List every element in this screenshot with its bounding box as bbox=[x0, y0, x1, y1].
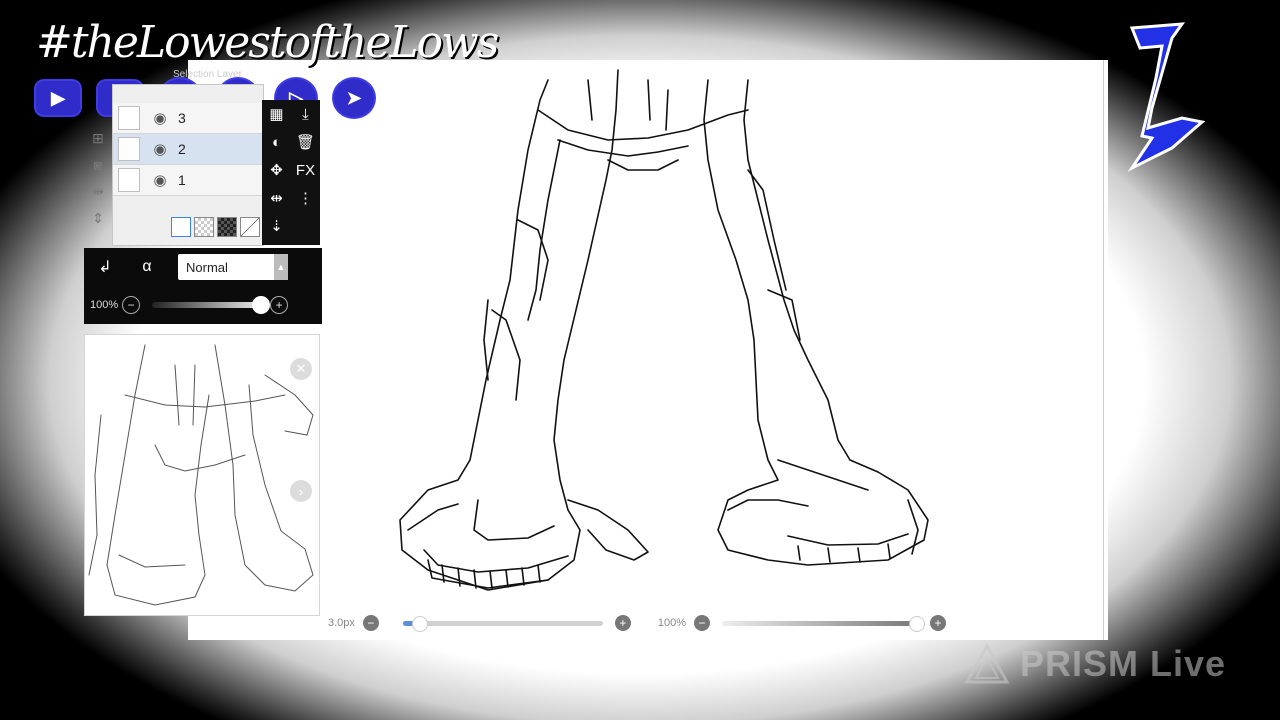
layer-opacity-bar: 100% − + bbox=[84, 286, 322, 324]
layer-side-tools: ⊞ ◙ ⇹ ⇕ bbox=[84, 130, 112, 250]
plus-icon[interactable]: + bbox=[270, 296, 289, 314]
download-icon[interactable]: ⤓ bbox=[302, 106, 309, 123]
prism-logo-icon bbox=[964, 643, 1010, 684]
brush-settings-bar: 3.0px − + 100% − + bbox=[328, 612, 964, 634]
bg-dark-swatch[interactable] bbox=[217, 217, 237, 237]
plus-icon[interactable]: + bbox=[930, 615, 947, 631]
brush-size-label: 3.0px bbox=[328, 617, 355, 629]
bg-none-swatch[interactable] bbox=[240, 217, 260, 237]
chevron-up-icon: ▲ bbox=[274, 254, 288, 280]
layer-tools-panel: ▦ ⤓ ◐ 🗑 ✥ FX ⇹ ⋮ ⇣ bbox=[262, 100, 320, 245]
brush-size-slider[interactable] bbox=[402, 615, 603, 632]
layer-row-selected[interactable]: ◉ 2 bbox=[113, 134, 263, 165]
layer-thumbnail bbox=[118, 137, 140, 161]
stream-banner-title: #theLowestoftheLows bbox=[36, 17, 499, 68]
reference-sketch bbox=[88, 344, 314, 606]
youtube-icon: ▶ bbox=[36, 81, 80, 115]
watermark-text: PRISM Live bbox=[1020, 643, 1227, 684]
plus-icon[interactable]: + bbox=[614, 615, 631, 631]
slider-knob[interactable] bbox=[252, 296, 271, 314]
layer-row[interactable]: ◉ 3 bbox=[113, 103, 263, 134]
layer-number: 1 bbox=[178, 172, 186, 188]
layer-thumbnail bbox=[118, 168, 140, 192]
blend-mode-value: Normal bbox=[186, 259, 228, 275]
minus-icon[interactable]: − bbox=[122, 296, 141, 314]
prism-live-watermark: PRISM Live bbox=[964, 640, 1226, 688]
brush-opacity-slider[interactable] bbox=[722, 615, 926, 632]
telegram-icon: ➤ bbox=[334, 79, 374, 117]
add-layer-icon[interactable]: ⊞ bbox=[92, 130, 104, 147]
canvas-edge-line bbox=[1103, 60, 1104, 640]
drawing-canvas[interactable] bbox=[188, 60, 1108, 640]
slider-knob[interactable] bbox=[411, 615, 428, 632]
channel-logo-icon bbox=[1127, 22, 1206, 172]
brush-opacity-label: 100% bbox=[657, 617, 687, 629]
eye-icon[interactable]: ◉ bbox=[150, 140, 170, 158]
trash-icon[interactable]: 🗑 bbox=[296, 133, 315, 151]
blend-mode-bar: ↲ α Normal ▲ bbox=[84, 248, 322, 286]
merge-down-icon[interactable]: ⇣ bbox=[270, 217, 283, 235]
more-icon[interactable]: ⋮ bbox=[298, 189, 313, 207]
layers-header-label: Selection Layer bbox=[173, 69, 242, 80]
close-icon[interactable]: ✕ bbox=[290, 358, 312, 380]
bg-transparent-swatch[interactable] bbox=[194, 217, 214, 237]
move-icon[interactable]: ✥ bbox=[270, 161, 283, 179]
layer-row[interactable]: ◉ 1 bbox=[113, 165, 263, 196]
checker-icon[interactable]: ▦ bbox=[269, 105, 283, 123]
slider-knob[interactable] bbox=[909, 615, 926, 632]
clip-arrow-icon[interactable]: ↲ bbox=[84, 257, 126, 277]
eye-icon[interactable]: ◉ bbox=[150, 171, 170, 189]
layers-panel: Selection Layer ◉ 3 ◉ 2 ◉ 1 bbox=[112, 69, 264, 246]
layer-thumbnail bbox=[118, 106, 140, 130]
alpha-lock-icon[interactable]: α bbox=[126, 258, 168, 276]
chevron-right-icon[interactable]: › bbox=[290, 480, 312, 502]
flip-icon[interactable]: ⇹ bbox=[92, 183, 104, 200]
layer-number: 2 bbox=[178, 141, 186, 157]
reference-image-panel[interactable] bbox=[84, 334, 320, 616]
layer-number: 3 bbox=[178, 110, 186, 126]
flip-horizontal-icon[interactable]: ⇹ bbox=[270, 189, 283, 207]
minus-icon[interactable]: − bbox=[694, 615, 711, 631]
merge-icon[interactable]: ⇕ bbox=[92, 210, 104, 227]
sketch-legs bbox=[399, 69, 929, 591]
minus-icon[interactable]: − bbox=[362, 615, 379, 631]
eye-icon[interactable]: ◉ bbox=[150, 109, 170, 127]
clip-icon[interactable]: ◐ bbox=[272, 134, 281, 151]
bg-white-swatch[interactable] bbox=[171, 217, 191, 237]
layer-opacity-label: 100% bbox=[90, 299, 119, 311]
background-swatches bbox=[171, 217, 260, 237]
camera-icon[interactable]: ◙ bbox=[94, 157, 102, 173]
blend-mode-select[interactable]: Normal ▲ bbox=[178, 254, 288, 280]
layer-opacity-slider[interactable] bbox=[152, 296, 271, 314]
fx-icon[interactable]: FX bbox=[296, 162, 315, 179]
